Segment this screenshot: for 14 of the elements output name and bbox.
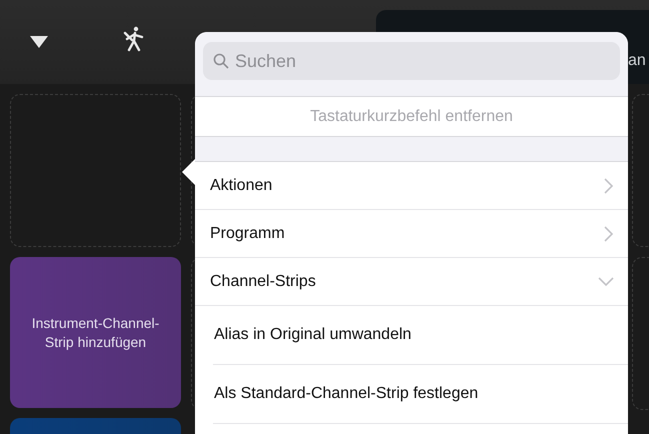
submenu-item[interactable]: Alias in Original umwandeln [214, 326, 412, 344]
menu-item[interactable]: Aktionen [195, 162, 628, 210]
search-field[interactable]: Suchen [203, 42, 620, 80]
submenu-item[interactable]: Als Standard-Channel-Strip festlegen [214, 385, 478, 403]
dropdown-triangle-icon[interactable] [30, 36, 48, 48]
instrument-pad[interactable]: Instrument-Channel-Strip hinzufügen [10, 257, 181, 408]
empty-pad[interactable] [10, 94, 181, 247]
search-icon [213, 53, 229, 69]
menu-item-label: Aktionen [210, 176, 272, 194]
menu-item-label: Programm [210, 224, 285, 242]
menu-item-label: Channel-Strips [210, 272, 316, 290]
menu-item[interactable]: Channel-Strips [195, 258, 628, 306]
top-picks-label: an [628, 52, 646, 70]
menu-item[interactable]: Programm [195, 210, 628, 258]
